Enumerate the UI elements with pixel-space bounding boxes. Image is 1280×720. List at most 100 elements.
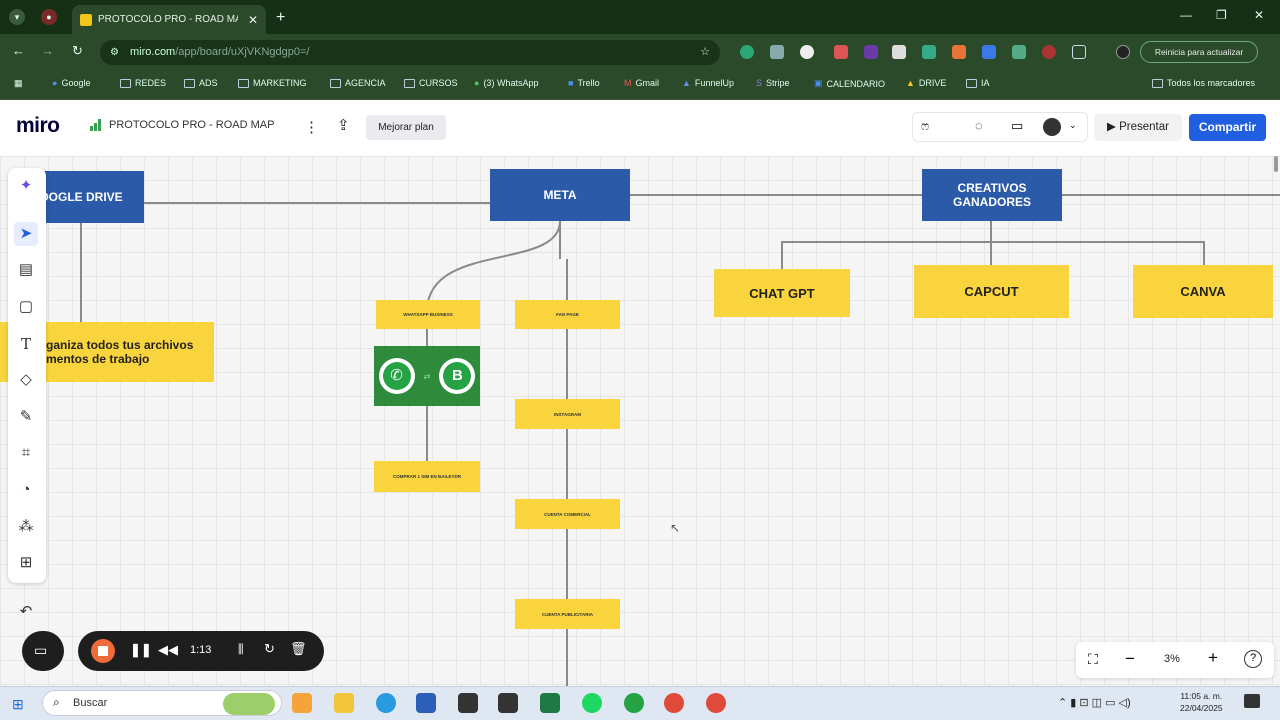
extension-2-icon[interactable]	[770, 45, 784, 59]
stop-recording-button[interactable]	[91, 639, 115, 663]
chrome-1-icon[interactable]	[664, 693, 684, 713]
board-canvas[interactable]: OOGLE DRIVE META CREATIVOS GANADORES CHA…	[0, 156, 1280, 686]
node-capcut[interactable]: CAPCUT	[914, 265, 1069, 318]
bookmark-marketing[interactable]: MARKETING	[238, 78, 307, 88]
zoom-level[interactable]: 3%	[1164, 653, 1180, 665]
extension-5-icon[interactable]	[864, 45, 878, 59]
comments-icon[interactable]: ◌	[975, 118, 983, 133]
fit-screen-icon[interactable]: ⛶	[1088, 651, 1098, 668]
upgrade-plan-button[interactable]: Mejorar plan	[366, 115, 446, 140]
export-icon[interactable]: ⇪	[337, 116, 350, 134]
reactions-icon[interactable]: ෆ	[921, 119, 929, 134]
apps-icon[interactable]: ⁂	[14, 515, 38, 539]
extension-8-icon[interactable]	[952, 45, 966, 59]
node-chat-gpt[interactable]: CHAT GPT	[714, 269, 850, 317]
bookmark-ia[interactable]: IA	[966, 78, 990, 88]
windows-start-icon[interactable]: ⊞	[12, 696, 24, 713]
extension-4-icon[interactable]	[834, 45, 848, 59]
bookmark-calendario[interactable]: ▣ CALENDARIO	[814, 78, 885, 89]
zoom-out-button[interactable]: −	[1125, 649, 1135, 669]
site-info-icon[interactable]: ⚙	[110, 40, 119, 65]
miro-logo[interactable]: miro	[16, 114, 60, 138]
tab-search-icon[interactable]: ▾	[9, 9, 25, 25]
text-tool-icon[interactable]: T	[14, 332, 38, 356]
bookmark-redes[interactable]: REDES	[120, 78, 166, 88]
node-cuenta-comercial[interactable]: CUENTA COMERCIAL	[515, 499, 620, 529]
templates-icon[interactable]: ▤	[14, 258, 38, 282]
reload-button[interactable]: ↻	[72, 43, 83, 59]
node-fan-page[interactable]: FAN PAGE	[515, 300, 620, 329]
restart-icon[interactable]: ↻	[264, 641, 275, 657]
profile-avatar[interactable]	[1116, 45, 1130, 59]
node-meta[interactable]: META	[490, 169, 630, 221]
file-explorer-icon[interactable]	[334, 693, 354, 713]
clock[interactable]: 11:05 a. m. 22/04/2025	[1180, 690, 1223, 714]
undo-icon[interactable]: ↶	[14, 600, 38, 624]
node-instagram[interactable]: INSTAGRAM	[515, 399, 620, 429]
ai-sparkle-icon[interactable]: ✦	[14, 174, 38, 198]
close-tab-icon[interactable]: ✕	[248, 13, 258, 27]
whatsapp-image[interactable]: ✆ ⇄ B	[374, 346, 480, 406]
node-whatsapp-business[interactable]: WHATSAPP BUSINESS	[376, 300, 480, 329]
help-icon[interactable]: ?	[1244, 650, 1262, 668]
extension-9-icon[interactable]	[982, 45, 996, 59]
bookmark-gmail[interactable]: M Gmail	[624, 78, 659, 88]
video-call-icon[interactable]: ▭	[1011, 118, 1023, 134]
extensions-puzzle-icon[interactable]	[1072, 45, 1086, 59]
audio-icon[interactable]: ⫼	[238, 642, 244, 657]
share-button[interactable]: Compartir	[1189, 114, 1266, 141]
word-icon[interactable]	[416, 693, 436, 713]
minimize-button[interactable]: —	[1180, 8, 1192, 22]
extension-10-icon[interactable]	[1012, 45, 1026, 59]
bookmark-drive[interactable]: ▲ DRIVE	[906, 78, 946, 88]
extension-11-icon[interactable]	[1042, 45, 1056, 59]
excel-icon[interactable]	[540, 693, 560, 713]
present-button[interactable]: ▶ Presentar	[1094, 114, 1182, 141]
capcut-icon[interactable]	[458, 693, 478, 713]
board-name[interactable]: PROTOCOLO PRO - ROAD MAP	[90, 119, 274, 131]
extension-1-icon[interactable]	[740, 45, 754, 59]
node-canva[interactable]: CANVA	[1133, 265, 1273, 318]
extension-7-icon[interactable]	[922, 45, 936, 59]
copilot-icon[interactable]	[292, 693, 312, 713]
update-button[interactable]: Reinicia para actualizar	[1140, 41, 1258, 63]
taskbar-search[interactable]: ⌕ Buscar	[42, 690, 282, 716]
frame-icon[interactable]: ⌗	[14, 441, 38, 465]
system-tray-icons[interactable]: ⌃ ▮ ⊡ ◫ ▭ ◁)	[1058, 696, 1131, 709]
palette-icon[interactable]: ◔	[14, 478, 38, 502]
sticky-note-icon[interactable]: ▢	[14, 295, 38, 319]
all-bookmarks[interactable]: Todos los marcadores	[1152, 78, 1255, 88]
whatsapp-taskbar-icon[interactable]	[624, 693, 644, 713]
add-more-icon[interactable]: ⊞	[14, 551, 38, 575]
extension-6-icon[interactable]	[892, 45, 906, 59]
board-menu-icon[interactable]: ⋮	[304, 118, 319, 136]
node-comprar-sim[interactable]: COMPRAR 1 SIM EN BAILEYDR	[374, 461, 480, 492]
close-window-button[interactable]: ✕	[1254, 8, 1264, 22]
shapes-icon[interactable]: ◇	[14, 368, 38, 392]
select-cursor-icon[interactable]: ➤	[14, 222, 38, 246]
user-avatar[interactable]	[1043, 118, 1061, 136]
spotify-icon[interactable]	[582, 693, 602, 713]
new-tab-button[interactable]: +	[276, 9, 285, 27]
bookmark-stripe[interactable]: S Stripe	[756, 78, 790, 88]
telegram-icon[interactable]	[376, 693, 396, 713]
node-creativos-ganadores[interactable]: CREATIVOS GANADORES	[922, 169, 1062, 221]
bookmark-cursos[interactable]: CURSOS	[404, 78, 458, 88]
browser-tab-active[interactable]: PROTOCOLO PRO - ROAD MAP ✕	[72, 5, 266, 34]
maximize-button[interactable]: ❐	[1216, 8, 1227, 22]
bookmark-whatsapp[interactable]: ● (3) WhatsApp	[474, 78, 538, 88]
bookmark-star-icon[interactable]: ☆	[700, 40, 710, 65]
bookmark-google[interactable]: ● Google	[52, 78, 90, 88]
forward-button[interactable]: →	[41, 43, 54, 58]
url-input[interactable]: ⚙ miro.com/app/board/uXjVKNgdgp0=/ ☆	[100, 40, 720, 65]
chevron-down-icon[interactable]: ⌄	[1069, 120, 1077, 131]
apps-grid-icon[interactable]: ▦	[14, 78, 23, 89]
node-cuenta-publicitaria[interactable]: CUENTA PUBLICITARIA	[515, 599, 620, 629]
bookmark-agencia[interactable]: AGENCIA	[330, 78, 386, 88]
capcut-2-icon[interactable]	[498, 693, 518, 713]
back-button[interactable]: ←	[12, 43, 25, 58]
pen-icon[interactable]: ✎	[14, 405, 38, 429]
notifications-icon[interactable]	[1244, 694, 1260, 708]
pause-icon[interactable]: ❚❚	[130, 642, 152, 658]
recorder-camera-button[interactable]: ▭	[22, 631, 64, 671]
